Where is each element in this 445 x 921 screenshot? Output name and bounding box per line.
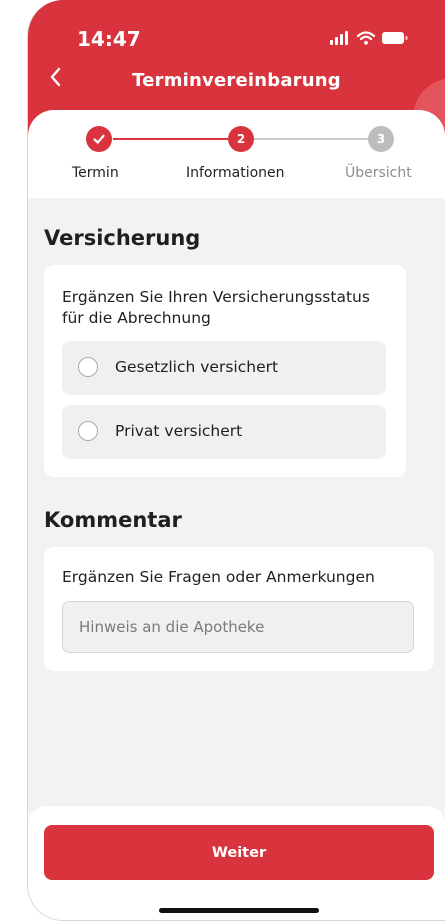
bottom-bar: Weiter bbox=[28, 806, 445, 920]
status-time: 14:47 bbox=[77, 27, 141, 51]
step-2-indicator: 2 bbox=[228, 126, 254, 152]
step-1-label: Termin bbox=[72, 165, 119, 181]
weiter-button[interactable]: Weiter bbox=[44, 825, 434, 880]
status-icons-svg bbox=[330, 31, 408, 45]
page-title: Terminvereinbarung bbox=[132, 70, 341, 91]
option-gesetzlich[interactable]: Gesetzlich versichert bbox=[62, 341, 386, 395]
wifi-icon bbox=[356, 31, 376, 45]
step-2-label: Informationen bbox=[186, 165, 285, 181]
signal-icon bbox=[330, 31, 348, 45]
insurance-card: Ergänzen Sie Ihren Versicherungsstatus f… bbox=[44, 265, 406, 477]
insurance-section-title: Versicherung bbox=[44, 226, 201, 250]
radio-icon[interactable] bbox=[78, 357, 98, 377]
comment-section-title: Kommentar bbox=[44, 508, 182, 532]
step-3-label: Übersicht bbox=[345, 165, 412, 181]
check-icon bbox=[93, 134, 105, 144]
step-1-indicator bbox=[86, 126, 112, 152]
option-label: Privat versichert bbox=[115, 422, 243, 440]
comment-card: Ergänzen Sie Fragen oder Anmerkungen bbox=[44, 547, 434, 671]
stepper: 2 3 Termin Informationen Übersicht bbox=[28, 110, 445, 198]
step-connector-pending bbox=[254, 138, 368, 140]
home-indicator bbox=[159, 908, 319, 913]
option-label: Gesetzlich versichert bbox=[115, 358, 279, 376]
step-3-indicator: 3 bbox=[368, 126, 394, 152]
comment-input[interactable] bbox=[62, 601, 414, 653]
insurance-prompt: Ergänzen Sie Ihren Versicherungsstatus f… bbox=[62, 288, 370, 327]
battery-icon bbox=[382, 32, 408, 44]
status-icons bbox=[330, 30, 410, 46]
comment-prompt: Ergänzen Sie Fragen oder Anmerkungen bbox=[62, 568, 375, 586]
radio-icon[interactable] bbox=[78, 421, 98, 441]
option-privat[interactable]: Privat versichert bbox=[62, 405, 386, 459]
phone-screen: 14:47 Terminvereinbarung 2 3 Termin Info… bbox=[27, 0, 445, 921]
step-connector-completed bbox=[113, 138, 228, 140]
